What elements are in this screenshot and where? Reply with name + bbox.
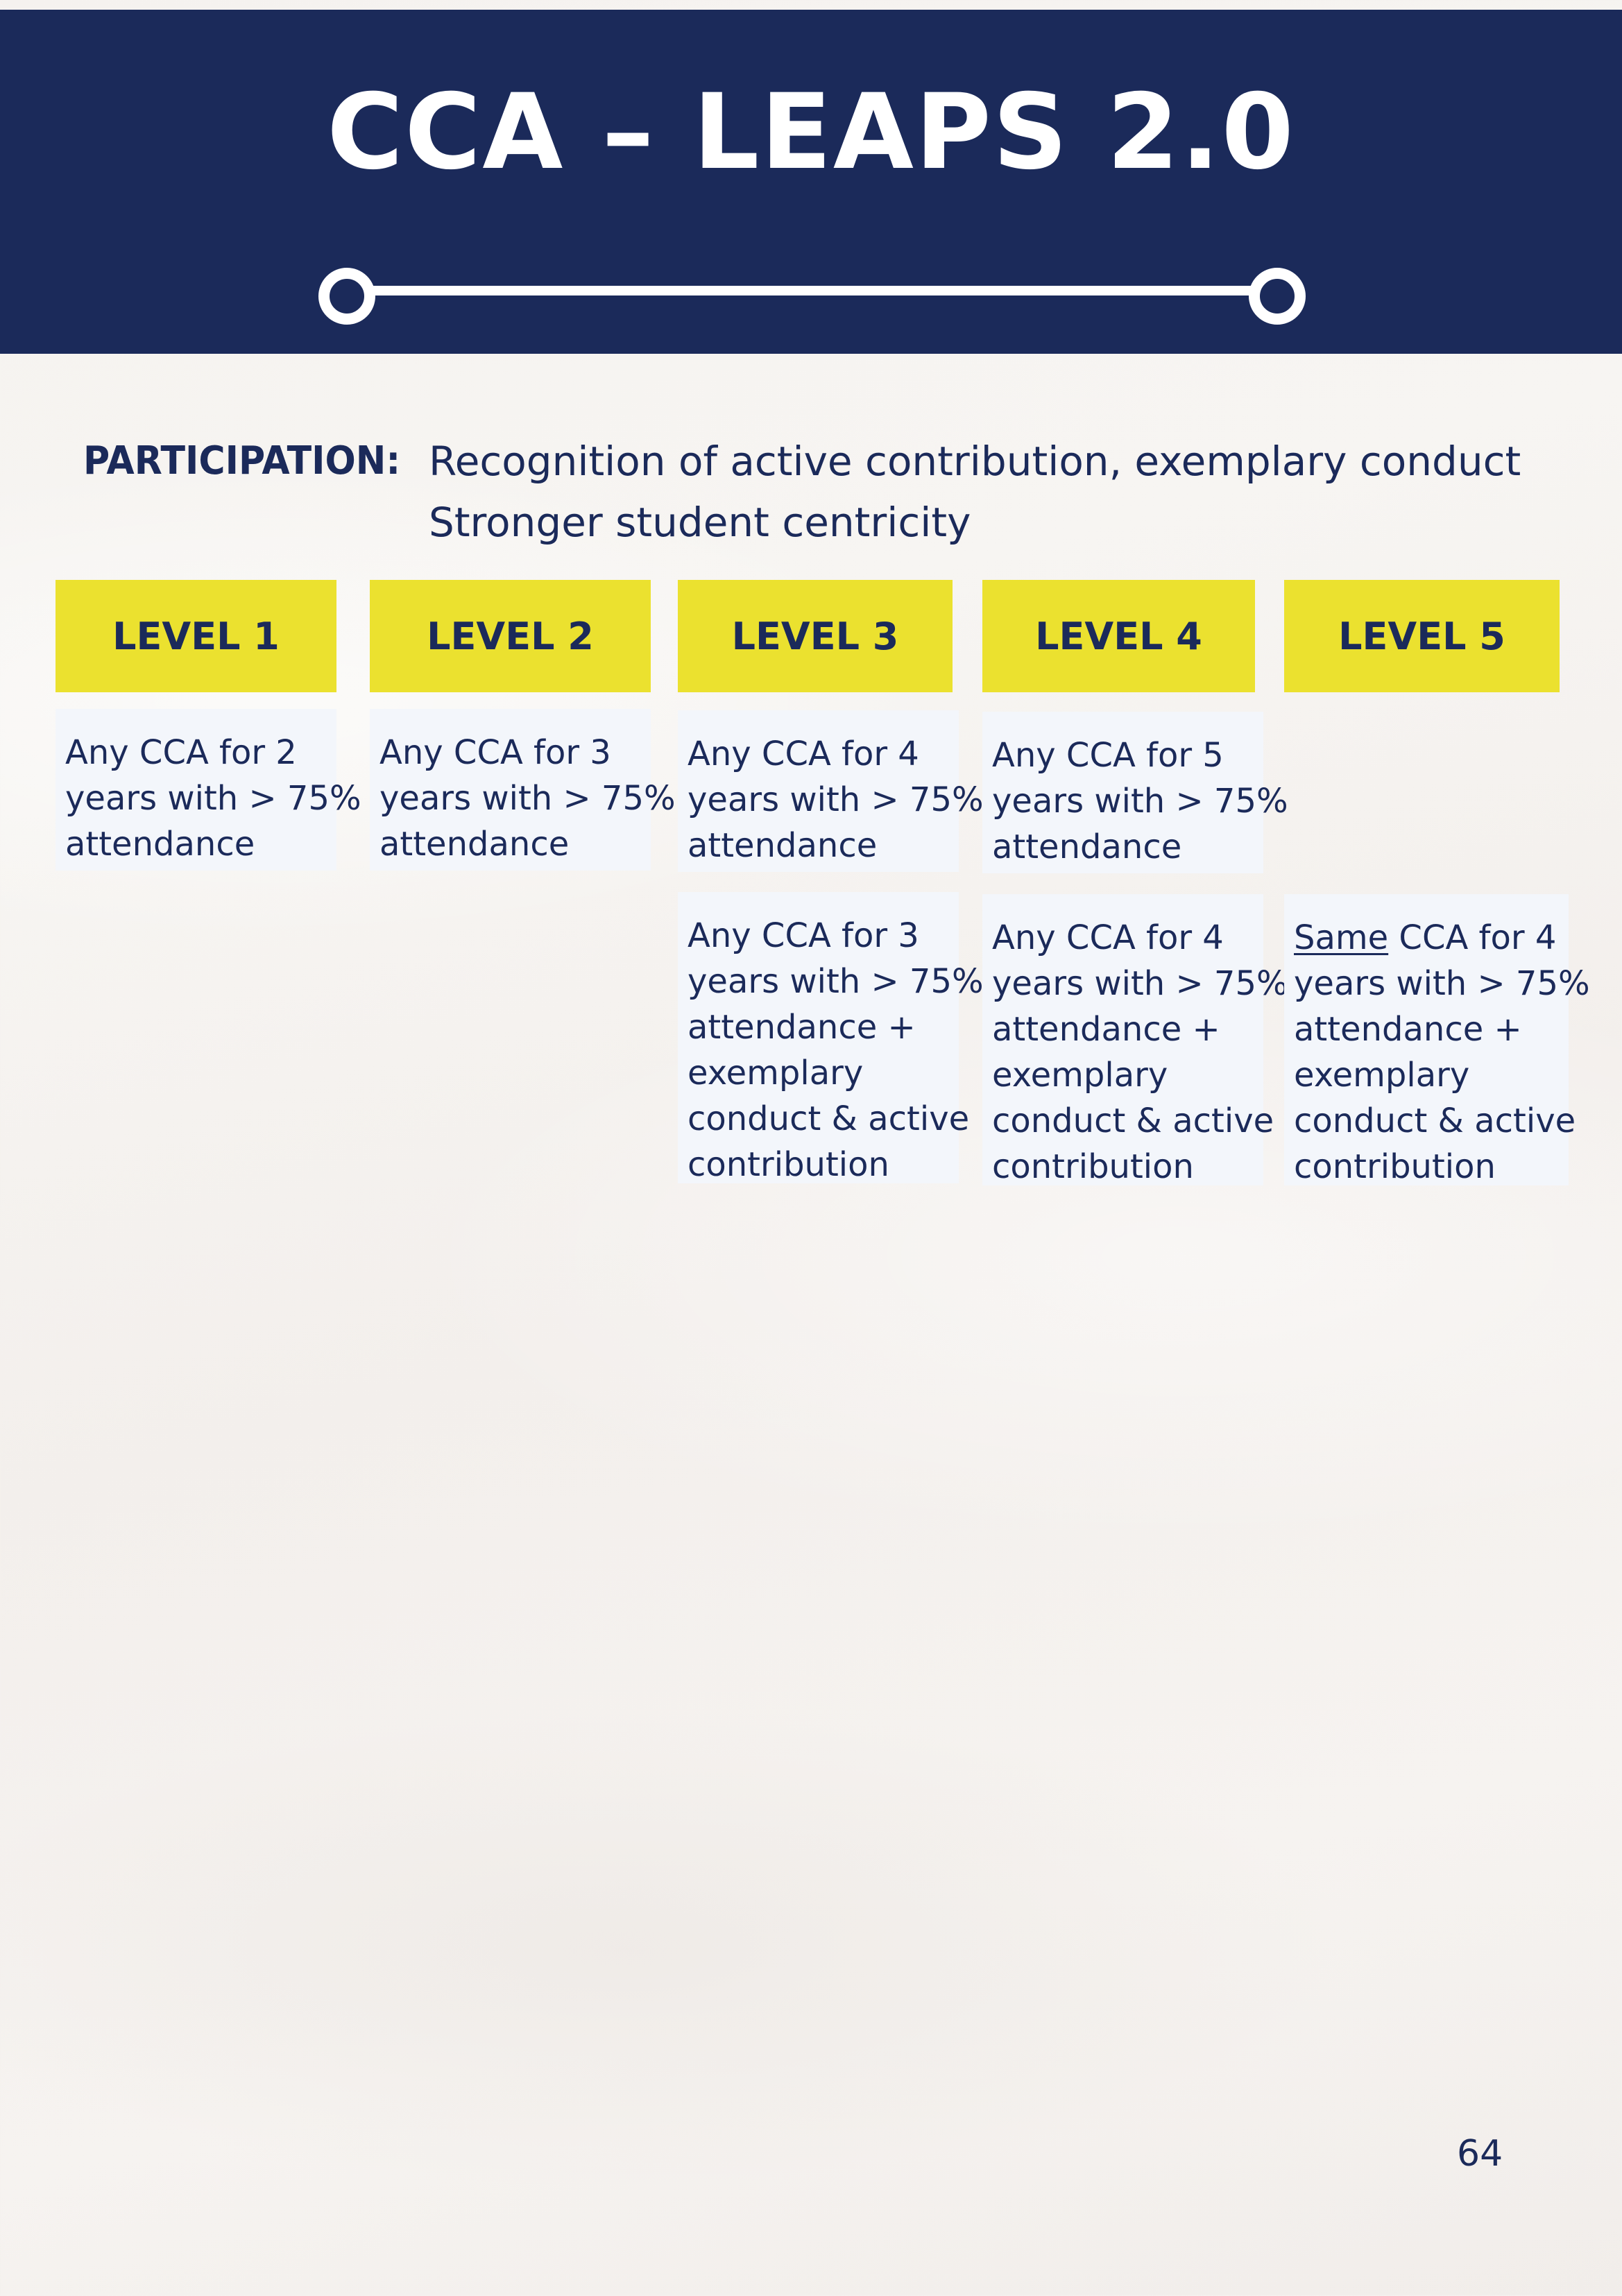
requirement-line: contribution <box>688 1145 889 1184</box>
level-1-requirement: Any CCA for 2 years with > 75% attendanc… <box>56 709 361 871</box>
requirement-line: conduct & active <box>688 1099 970 1138</box>
requirement-line: Any CCA for 5 <box>992 736 1224 775</box>
level-5-header: LEVEL 5 <box>1284 580 1560 692</box>
level-1-header: LEVEL 1 <box>56 580 336 692</box>
requirement-line: Same CCA for 4 <box>1294 915 1559 961</box>
connector-node-left <box>318 268 375 325</box>
requirement-line: exemplary <box>1294 1056 1470 1095</box>
requirement-line: years with > 75% <box>65 779 361 818</box>
requirement-line: attendance + <box>1294 1010 1522 1049</box>
participation-label: PARTICIPATION: <box>83 438 401 483</box>
level-4-requirement: Any CCA for 5 years with > 75% attendanc… <box>982 712 1288 873</box>
level-2-requirement: Any CCA for 3 years with > 75% attendanc… <box>370 709 676 871</box>
requirement-line: conduct & active <box>1294 1102 1576 1140</box>
requirement-line: attendance <box>65 825 255 864</box>
connector-node-right <box>1249 268 1306 325</box>
level-3-requirement: Any CCA for 4 years with > 75% attendanc… <box>678 710 984 872</box>
requirement-line: attendance + <box>688 1008 916 1047</box>
level-5-exemplary-requirement: Same CCA for 4 years with > 75% attendan… <box>1284 894 1590 1186</box>
level-4-exemplary-requirement: Any CCA for 4 years with > 75% attendanc… <box>982 894 1288 1186</box>
requirement-line: attendance <box>992 828 1182 866</box>
requirement-line: conduct & active <box>992 1102 1274 1140</box>
requirement-line: years with > 75% <box>379 779 676 818</box>
requirement-line: Any CCA for 3 <box>688 916 919 955</box>
level-3-header: LEVEL 3 <box>678 580 953 692</box>
requirement-line: exemplary <box>992 1056 1168 1095</box>
requirement-line: years with > 75% <box>992 964 1288 1003</box>
same-cca-emphasis: Same <box>1294 918 1389 957</box>
requirement-line: Any CCA for 4 <box>992 918 1224 957</box>
participation-description-line-2: Stronger student centricity <box>429 499 971 546</box>
connector-line <box>361 286 1263 295</box>
requirement-line: attendance <box>688 826 878 865</box>
level-3-exemplary-requirement: Any CCA for 3 years with > 75% attendanc… <box>678 892 984 1184</box>
requirement-line: contribution <box>1294 1147 1496 1186</box>
requirement-line: years with > 75% <box>992 782 1288 821</box>
requirement-line: attendance + <box>992 1010 1220 1049</box>
requirement-line: contribution <box>992 1147 1194 1186</box>
page-number: 64 <box>1457 2133 1503 2175</box>
level-2-header: LEVEL 2 <box>370 580 651 692</box>
requirement-line: attendance <box>379 825 570 864</box>
header-banner: CCA – LEAPS 2.0 <box>0 10 1622 354</box>
requirement-line: Any CCA for 3 <box>379 733 611 772</box>
page-title: CCA – LEAPS 2.0 <box>327 72 1295 193</box>
requirement-line: exemplary <box>688 1054 864 1093</box>
requirement-line: years with > 75% <box>688 780 984 819</box>
participation-description-line-1: Recognition of active contribution, exem… <box>429 438 1521 485</box>
requirement-line: Any CCA for 2 <box>65 733 297 772</box>
requirement-line-rest: CCA for 4 <box>1388 918 1557 957</box>
requirement-line: Any CCA for 4 <box>688 735 919 773</box>
requirement-line: years with > 75% <box>688 962 984 1001</box>
requirement-line: years with > 75% <box>1294 964 1590 1003</box>
level-4-header: LEVEL 4 <box>982 580 1255 692</box>
